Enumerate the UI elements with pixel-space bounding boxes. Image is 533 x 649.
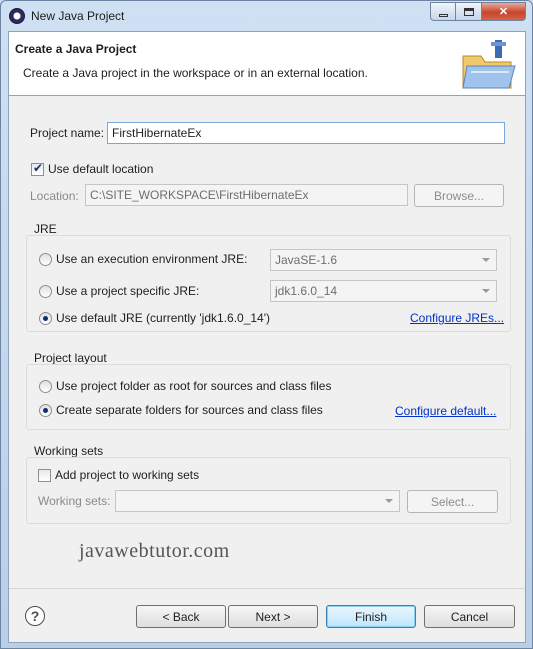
new-java-project-window: New Java Project ✕ Create a Java Project… (0, 0, 533, 649)
banner-title: Create a Java Project (15, 42, 137, 56)
add-to-working-sets-label: Add project to working sets (55, 468, 200, 482)
close-button[interactable]: ✕ (482, 2, 526, 21)
jre-default-radio[interactable] (39, 312, 52, 325)
project-name-input[interactable]: FirstHibernateEx (107, 122, 505, 144)
help-icon[interactable]: ? (25, 606, 45, 626)
configure-default-link[interactable]: Configure default... (395, 404, 496, 418)
jre-execution-environment-radio[interactable] (39, 253, 52, 266)
layout-project-root-label: Use project folder as root for sources a… (56, 379, 332, 393)
title-bar[interactable]: New Java Project ✕ (1, 1, 532, 31)
layout-separate-folders-label: Create separate folders for sources and … (56, 403, 323, 417)
browse-button[interactable]: Browse... (414, 184, 504, 207)
layout-project-root-radio[interactable] (39, 380, 52, 393)
minimize-icon (438, 13, 448, 17)
minimize-button[interactable] (430, 2, 456, 21)
chevron-down-icon (482, 258, 490, 262)
maximize-button[interactable] (456, 2, 482, 21)
project-name-label: Project name: (30, 126, 105, 140)
window-title: New Java Project (31, 9, 125, 23)
execution-environment-value: JavaSE-1.6 (275, 253, 338, 267)
working-sets-combo[interactable] (115, 490, 400, 512)
jre-project-specific-label: Use a project specific JRE: (56, 284, 200, 298)
project-layout-group-title: Project layout (34, 351, 107, 365)
chevron-down-icon (385, 499, 393, 503)
use-default-location-checkbox[interactable] (31, 161, 44, 176)
working-sets-label: Working sets: (38, 494, 111, 508)
chevron-down-icon (482, 289, 490, 293)
project-layout-group (26, 364, 511, 430)
dialog-client-area: Create a Java Project Create a Java proj… (8, 31, 526, 643)
project-specific-jre-combo[interactable]: jdk1.6.0_14 (270, 280, 497, 302)
working-sets-group-title: Working sets (34, 444, 104, 458)
wizard-banner: Create a Java Project Create a Java proj… (9, 32, 525, 96)
next-button[interactable]: Next > (228, 605, 318, 628)
configure-jres-link[interactable]: Configure JREs... (410, 311, 504, 325)
location-input[interactable]: C:\SITE_WORKSPACE\FirstHibernateEx (85, 184, 408, 206)
jre-default-label: Use default JRE (currently 'jdk1.6.0_14'… (56, 311, 271, 325)
select-working-sets-button[interactable]: Select... (407, 490, 498, 513)
cancel-button[interactable]: Cancel (424, 605, 515, 628)
new-java-project-icon (462, 40, 516, 89)
watermark-text: javawebtutor.com (79, 540, 230, 562)
footer-separator (9, 588, 525, 589)
add-to-working-sets-checkbox[interactable] (38, 469, 51, 482)
jre-group-title: JRE (34, 222, 57, 236)
finish-button[interactable]: Finish (326, 605, 416, 628)
project-specific-jre-value: jdk1.6.0_14 (275, 284, 338, 298)
maximize-icon (463, 7, 474, 16)
location-label: Location: (30, 189, 79, 203)
eclipse-icon (9, 8, 25, 24)
back-button[interactable]: < Back (136, 605, 226, 628)
layout-separate-folders-radio[interactable] (39, 404, 52, 417)
close-icon: ✕ (498, 6, 509, 18)
banner-description: Create a Java project in the workspace o… (23, 66, 368, 80)
use-default-location-label: Use default location (48, 162, 154, 176)
execution-environment-combo[interactable]: JavaSE-1.6 (270, 249, 497, 271)
jre-project-specific-radio[interactable] (39, 285, 52, 298)
jre-execution-environment-label: Use an execution environment JRE: (56, 252, 248, 266)
